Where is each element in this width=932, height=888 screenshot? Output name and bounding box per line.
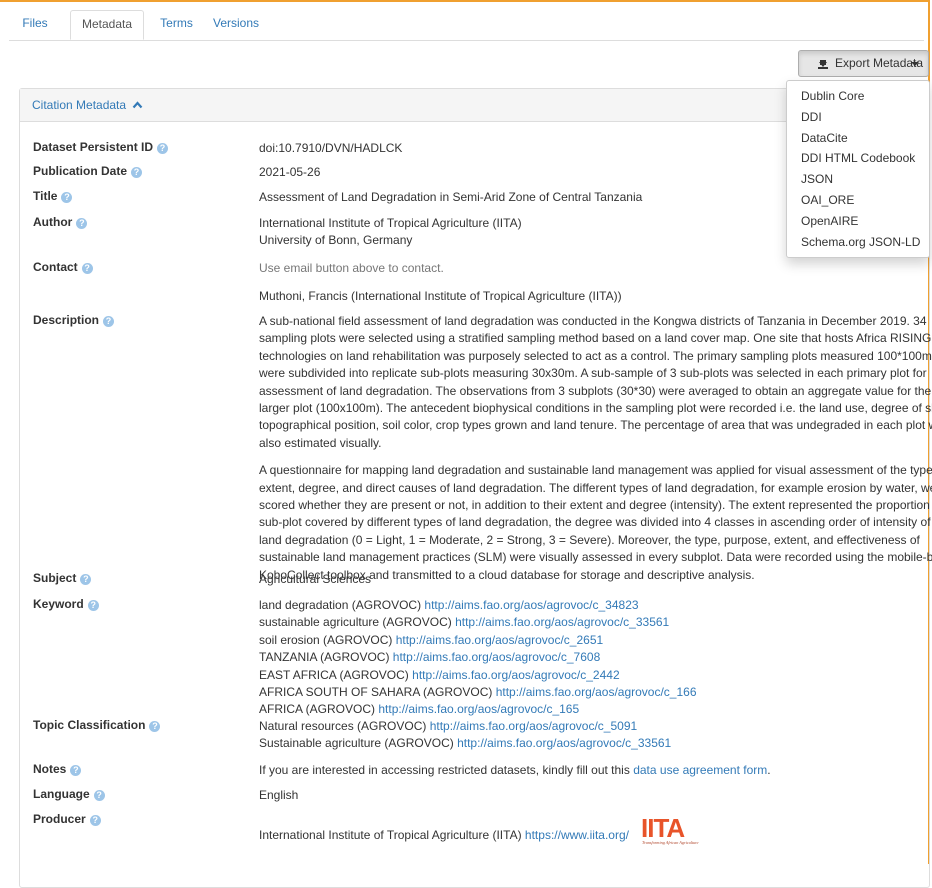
export-option-json[interactable]: JSON [787, 169, 929, 190]
keyword-link[interactable]: http://aims.fao.org/aos/agrovoc/c_7608 [393, 650, 600, 664]
help-icon[interactable]: ? [149, 721, 161, 732]
section-title-text: Citation Metadata [32, 98, 127, 112]
export-dropdown-menu: Dublin Core DDI DataCite DDI HTML Codebo… [786, 80, 930, 258]
tab-versions[interactable]: Versions [204, 10, 268, 39]
help-icon[interactable]: ? [87, 600, 99, 611]
topic-item: Sustainable agriculture (AGROVOC) http:/… [259, 736, 672, 751]
contact-value: Use email button above to contact. Mutho… [259, 260, 929, 306]
description-value: A sub-national field assessment of land … [259, 313, 932, 584]
help-icon[interactable]: ? [70, 765, 82, 776]
subject-value: Agricultural Sciences [259, 572, 372, 586]
text-line: sub-plot covered by different types of l… [259, 515, 931, 530]
keyword-link[interactable]: http://aims.fao.org/aos/agrovoc/c_2442 [412, 668, 619, 682]
field-label: Description? [33, 313, 115, 327]
text-line: also estimated visually. [259, 435, 382, 450]
keyword-item: EAST AFRICA (AGROVOC) http://aims.fao.or… [259, 667, 620, 682]
chevron-up-icon [132, 101, 143, 109]
field-label: Author? [33, 215, 88, 229]
notes-value: If you are interested in accessing restr… [259, 762, 929, 779]
keyword-link[interactable]: http://aims.fao.org/aos/agrovoc/c_2651 [396, 633, 603, 647]
contact-name: Muthoni, Francis (International Institut… [259, 289, 622, 304]
notes-end: . [767, 763, 771, 777]
field-label: Publication Date? [33, 164, 143, 178]
tab-terms[interactable]: Terms [145, 10, 208, 39]
download-icon [818, 60, 828, 69]
text-line: sampling plots were selected using a str… [259, 331, 932, 346]
export-option-oai-ore[interactable]: OAI_ORE [787, 190, 929, 211]
data-use-agreement-link[interactable]: data use agreement form [633, 763, 767, 777]
field-label: Notes? [33, 762, 82, 776]
text-line: sustainable land management practices (S… [259, 550, 932, 565]
export-option-ddi-html-codebook[interactable]: DDI HTML Codebook [787, 148, 929, 169]
contact-note: Use email button above to contact. [259, 261, 444, 275]
field-label: Language? [33, 787, 105, 801]
export-option-dublin-core[interactable]: Dublin Core [787, 86, 929, 107]
topic-link[interactable]: http://aims.fao.org/aos/agrovoc/c_33561 [457, 736, 671, 750]
keyword-value: land degradation (AGROVOC) http://aims.f… [259, 597, 929, 719]
help-icon[interactable]: ? [81, 263, 93, 274]
keyword-item: land degradation (AGROVOC) http://aims.f… [259, 598, 639, 612]
text-line: scored whether they are present or not, … [259, 498, 932, 513]
iita-logo[interactable]: IITA Transforming African Agriculture [638, 813, 716, 847]
help-icon[interactable]: ? [103, 316, 115, 327]
notes-text: If you are interested in accessing restr… [259, 763, 630, 777]
producer-value: International Institute of Tropical Agri… [259, 813, 929, 853]
export-metadata-button[interactable]: Export Metadata [798, 50, 929, 77]
producer-name: International Institute of Tropical Agri… [259, 828, 522, 843]
help-icon[interactable]: ? [157, 143, 169, 154]
text-line: were subdivided into replicate sub-plots… [259, 366, 927, 381]
producer-link[interactable]: https://www.iita.org/ [525, 828, 629, 842]
field-label: Keyword? [33, 597, 99, 611]
keyword-link[interactable]: http://aims.fao.org/aos/agrovoc/c_34823 [424, 598, 638, 612]
keyword-link[interactable]: http://aims.fao.org/aos/agrovoc/c_33561 [455, 615, 669, 629]
tab-bar: Files Metadata Terms Versions [9, 10, 924, 41]
text-line: land degradation (0 = Light, 1 = Moderat… [259, 532, 920, 547]
topic-link[interactable]: http://aims.fao.org/aos/agrovoc/c_5091 [430, 719, 637, 733]
field-label: Dataset Persistent ID? [33, 140, 169, 154]
description-paragraph-1: A sub-national field assessment of land … [259, 313, 932, 452]
help-icon[interactable]: ? [89, 815, 101, 826]
export-metadata-label: Export Metadata [835, 56, 924, 70]
language-value: English [259, 788, 299, 802]
field-label: Title? [33, 189, 73, 203]
text-line: assessment of land degradation. The obse… [259, 383, 932, 398]
text-line: larger plot (100x100m). The antecedent b… [259, 401, 932, 416]
text-line: A sub-national field assessment of land … [259, 314, 927, 328]
help-icon[interactable]: ? [61, 192, 73, 203]
tab-metadata[interactable]: Metadata [70, 10, 144, 40]
keyword-item: soil erosion (AGROVOC) http://aims.fao.o… [259, 632, 604, 647]
text-line: extent, degree, and direct causes of lan… [259, 480, 932, 495]
keyword-item: TANZANIA (AGROVOC) http://aims.fao.org/a… [259, 650, 601, 665]
help-icon[interactable]: ? [80, 574, 92, 585]
topic-item: Natural resources (AGROVOC) http://aims.… [259, 719, 638, 733]
keyword-item: sustainable agriculture (AGROVOC) http:/… [259, 615, 670, 630]
svg-text:IITA: IITA [641, 813, 685, 843]
field-label: Contact? [33, 260, 93, 274]
text-line: technologies on land rehabilitation was … [259, 348, 932, 363]
tab-files[interactable]: Files [9, 10, 61, 39]
export-option-datacite[interactable]: DataCite [787, 128, 929, 149]
keyword-item: AFRICA (AGROVOC) http://aims.fao.org/aos… [259, 702, 580, 717]
keyword-item: AFRICA SOUTH OF SAHARA (AGROVOC) http://… [259, 685, 697, 700]
export-option-schema-org[interactable]: Schema.org JSON-LD [787, 232, 929, 253]
keyword-link[interactable]: http://aims.fao.org/aos/agrovoc/c_166 [496, 685, 697, 699]
text-line: topographical position, soil color, crop… [259, 418, 932, 433]
description-paragraph-2: A questionnaire for mapping land degrada… [259, 462, 932, 584]
help-icon[interactable]: ? [76, 218, 88, 229]
export-option-openaire[interactable]: OpenAIRE [787, 211, 929, 232]
help-icon[interactable]: ? [131, 167, 143, 178]
caret-down-icon [911, 62, 919, 66]
field-label: Subject? [33, 571, 92, 585]
topic-value: Natural resources (AGROVOC) http://aims.… [259, 718, 929, 753]
field-label: Producer? [33, 812, 101, 826]
help-icon[interactable]: ? [93, 790, 105, 801]
svg-text:Transforming African Agricultu: Transforming African Agriculture [642, 840, 699, 845]
text-line: A questionnaire for mapping land degrada… [259, 463, 932, 478]
section-title[interactable]: Citation Metadata [32, 98, 143, 112]
keyword-link[interactable]: http://aims.fao.org/aos/agrovoc/c_165 [378, 702, 579, 716]
field-label: Topic Classification? [33, 718, 161, 732]
export-option-ddi[interactable]: DDI [787, 107, 929, 128]
